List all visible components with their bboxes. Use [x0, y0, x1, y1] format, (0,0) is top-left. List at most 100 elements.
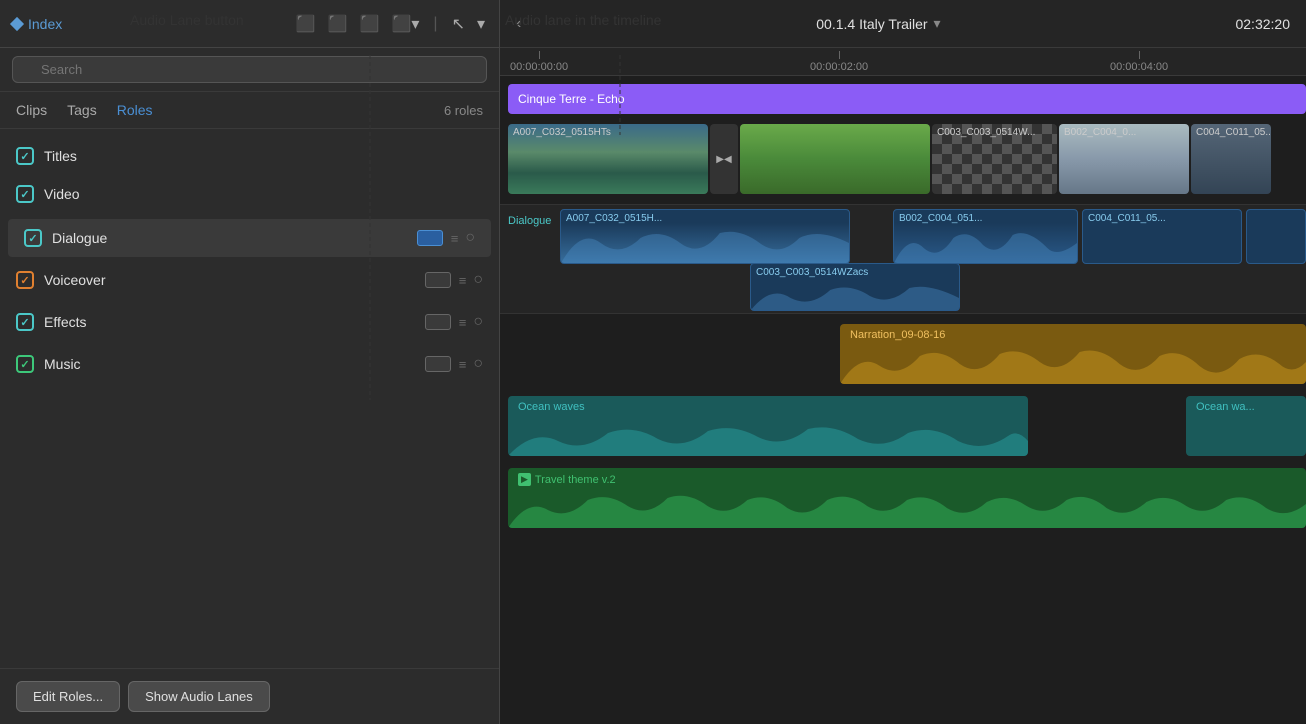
timeline-title-group: 00.1.4 Italy Trailer ▾ [816, 15, 940, 32]
voiceover-circle-icon[interactable]: ○ [473, 271, 483, 289]
music-lines-icon[interactable]: ≡ [459, 357, 466, 372]
monitor-dropdown-icon[interactable]: ⬛▾ [389, 12, 421, 36]
music-checkbox[interactable]: ✓ [16, 355, 34, 373]
timeline-title-chevron[interactable]: ▾ [934, 15, 941, 32]
titles-checkmark: ✓ [20, 150, 29, 163]
index-button[interactable]: Index [12, 16, 62, 32]
dialogue-checkmark: ✓ [28, 232, 37, 245]
roles-list: ✓ Titles ✓ Video ✓ Dialogue [0, 129, 499, 668]
role-item-video[interactable]: ✓ Video [0, 175, 499, 213]
search-input[interactable] [12, 56, 487, 83]
dialogue-clip-label-c: C004_C011_05... [1088, 213, 1166, 224]
video-clip-0[interactable]: A007_C032_0515HTs [508, 124, 708, 194]
role-item-effects[interactable]: ✓ Effects ≡ ○ [0, 303, 499, 341]
monitor-icon-2[interactable]: ⬛ [326, 12, 350, 36]
video-checkbox[interactable]: ✓ [16, 185, 34, 203]
tabs-left: Clips Tags Roles [16, 102, 153, 118]
timeline-timecode: 02:32:20 [1235, 16, 1290, 32]
tab-tags[interactable]: Tags [67, 102, 97, 118]
effects-lines-icon[interactable]: ≡ [459, 315, 466, 330]
role-item-titles[interactable]: ✓ Titles [0, 137, 499, 175]
titles-checkbox[interactable]: ✓ [16, 147, 34, 165]
voiceover-lane-icon[interactable] [425, 272, 451, 288]
narration-track[interactable]: Narration_09-08-16 [840, 324, 1306, 384]
ruler-mark-1: 00:00:02:00 [810, 51, 868, 73]
edit-roles-button[interactable]: Edit Roles... [16, 681, 120, 712]
video-label: Video [44, 186, 483, 202]
role-item-voiceover[interactable]: ✓ Voiceover ≡ ○ [0, 261, 499, 299]
dialogue-clip-a[interactable]: A007_C032_0515H... [560, 209, 850, 264]
voiceover-lines-icon[interactable]: ≡ [459, 273, 466, 288]
travel-label: ▶ Travel theme v.2 [518, 473, 616, 486]
search-container: 🔍 [0, 48, 499, 92]
dialogue-clip-2-label: C003_C003_0514WZacs [756, 267, 868, 278]
voiceover-actions: ≡ ○ [425, 271, 483, 289]
effects-checkbox[interactable]: ✓ [16, 313, 34, 331]
voiceover-checkmark: ✓ [20, 274, 29, 287]
timeline-ruler: 00:00:00:00 00:00:02:00 00:00:04:00 [500, 48, 1306, 76]
ocean-label: Ocean waves [518, 401, 585, 413]
travel-track[interactable]: ▶ Travel theme v.2 [508, 468, 1306, 528]
dialogue-clip-c[interactable]: C004_C011_05... [1082, 209, 1242, 264]
ruler-time-2: 00:00:04:00 [1110, 61, 1168, 73]
tabs-row: Clips Tags Roles 6 roles [0, 92, 499, 129]
dialogue-checkbox[interactable]: ✓ [24, 229, 42, 247]
video-clip-4[interactable]: C004_C011_05... [1191, 124, 1271, 194]
roles-count: 6 roles [444, 103, 483, 118]
monitor-icon-3[interactable]: ⬛ [358, 12, 382, 36]
music-track[interactable]: Cinque Terre - Echo [508, 84, 1306, 114]
timeline-back-button[interactable]: ‹ [516, 15, 521, 33]
video-clip-3[interactable]: B002_C004_0... [1059, 124, 1189, 194]
dialogue-lines-icon[interactable]: ≡ [451, 231, 458, 246]
music-circle-icon[interactable]: ○ [473, 355, 483, 373]
cursor-dropdown-icon[interactable]: ▾ [475, 12, 487, 36]
video-clip-2[interactable]: C003_C003_0514W... [932, 124, 1057, 194]
narration-label: Narration_09-08-16 [850, 329, 945, 341]
dialogue-clip-d[interactable] [1246, 209, 1306, 264]
show-audio-lanes-button[interactable]: Show Audio Lanes [128, 681, 270, 712]
dialogue-actions: ≡ ○ [417, 229, 475, 247]
video-clip-1[interactable] [740, 124, 930, 194]
timeline-content: Cinque Terre - Echo A007_C032_0515HTs ▶◀ [500, 76, 1306, 724]
travel-icon: ▶ [518, 473, 531, 486]
dialogue-section-label: Dialogue [508, 215, 551, 227]
dialogue-section: Dialogue A007_C032_0515H... [500, 204, 1306, 314]
video-clip-label-0: A007_C032_0515HTs [513, 127, 611, 138]
music-track-label: Cinque Terre - Echo [518, 92, 625, 106]
monitor-icon-1[interactable]: ⬛ [294, 12, 318, 36]
effects-circle-icon[interactable]: ○ [473, 313, 483, 331]
ruler-time-1: 00:00:02:00 [810, 61, 868, 73]
video-clip-label-4: C004_C011_05... [1196, 127, 1271, 138]
video-clips-row: A007_C032_0515HTs ▶◀ C003_C003_0514W... [508, 124, 1306, 194]
left-panel: Index ⬛ ⬛ ⬛ ⬛▾ | ↖ ▾ 🔍 Clips [0, 0, 500, 724]
music-checkmark: ✓ [20, 358, 29, 371]
dialogue-lane-icon[interactable] [417, 230, 443, 246]
ocean-track-2[interactable]: Ocean wa... [1186, 396, 1306, 456]
cursor-icon[interactable]: ↖ [450, 12, 467, 36]
effects-actions: ≡ ○ [425, 313, 483, 331]
ruler-mark-2: 00:00:04:00 [1110, 51, 1168, 73]
dialogue-label: Dialogue [52, 230, 417, 246]
effects-label: Effects [44, 314, 425, 330]
toolbar-icons: ⬛ ⬛ ⬛ ⬛▾ | ↖ ▾ [294, 12, 487, 36]
role-item-dialogue[interactable]: ✓ Dialogue ≡ ○ [8, 219, 491, 257]
search-wrapper: 🔍 [12, 56, 487, 83]
role-item-music[interactable]: ✓ Music ≡ ○ [0, 345, 499, 383]
right-panel: ‹ 00.1.4 Italy Trailer ▾ 02:32:20 00:00:… [500, 0, 1306, 724]
dialogue-clip-2[interactable]: C003_C003_0514WZacs [750, 263, 960, 311]
index-label: Index [28, 16, 62, 32]
bottom-buttons: Edit Roles... Show Audio Lanes [0, 668, 499, 724]
ocean-label-2: Ocean wa... [1196, 401, 1255, 413]
tab-clips[interactable]: Clips [16, 102, 47, 118]
video-clip-label-2: C003_C003_0514W... [937, 127, 1035, 138]
dialogue-clip-b[interactable]: B002_C004_051... [893, 209, 1078, 264]
dialogue-circle-icon[interactable]: ○ [465, 229, 475, 247]
effects-lane-icon[interactable] [425, 314, 451, 330]
effects-checkmark: ✓ [20, 316, 29, 329]
tab-roles[interactable]: Roles [117, 102, 153, 118]
video-clip-label-3: B002_C004_0... [1064, 127, 1136, 138]
titles-label: Titles [44, 148, 483, 164]
voiceover-checkbox[interactable]: ✓ [16, 271, 34, 289]
music-lane-icon[interactable] [425, 356, 451, 372]
ocean-track[interactable]: Ocean waves [508, 396, 1028, 456]
